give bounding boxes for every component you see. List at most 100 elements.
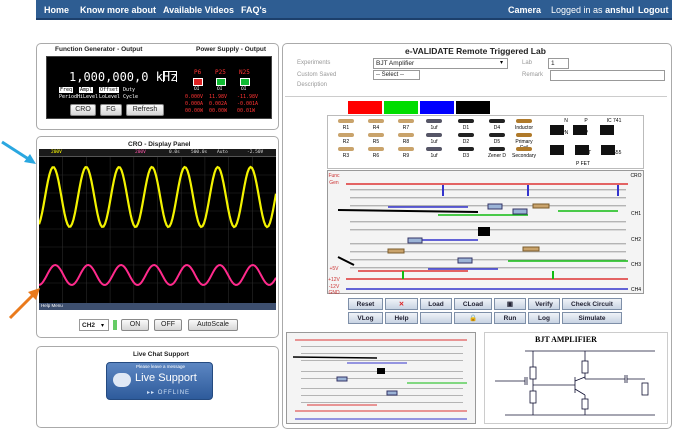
toolbar-button-1-5[interactable]: Log (528, 312, 560, 324)
palette-2-6[interactable]: Secondary (511, 153, 537, 159)
toolbar-button-0-5[interactable]: Verify (528, 298, 560, 310)
toolbar-button-0-4[interactable]: ▣ (494, 298, 526, 310)
palette-0-4[interactable]: D1 (453, 125, 479, 131)
toolbar-button-0-3[interactable]: CLoad (454, 298, 492, 310)
chip-icon[interactable] (600, 125, 614, 135)
palette-0-5[interactable]: D4 (484, 125, 510, 131)
nav-camera[interactable]: Camera (508, 5, 541, 15)
nav-logout[interactable]: Logout (638, 5, 669, 15)
chip-icon[interactable] (550, 125, 564, 135)
wire-color-blue[interactable] (420, 101, 454, 114)
board-terminal-left-1[interactable]: Gen (327, 180, 341, 186)
chip-icon[interactable] (573, 125, 587, 135)
chip-icon[interactable] (550, 145, 564, 155)
ps-ch1-toggle[interactable] (193, 78, 203, 86)
logged-in-label: Logged in as anshul (551, 5, 635, 15)
wire-color-black[interactable] (456, 101, 490, 114)
palette-0-6[interactable]: Inductor (511, 125, 537, 131)
cro-plot (39, 157, 276, 303)
fg-mode-freq[interactable]: Freq (59, 87, 74, 93)
breadboard[interactable] (327, 170, 644, 294)
wire-color-red[interactable] (348, 101, 382, 114)
palette-0-0[interactable]: R1 (333, 125, 359, 131)
palette-2-0[interactable]: R3 (333, 153, 359, 159)
palette-0-2[interactable]: R7 (393, 125, 419, 131)
resistor-icon (398, 147, 414, 151)
live-support-banner[interactable]: Please leave a message Live Support ▸▸ O… (106, 362, 213, 400)
toolbar-button-0-0[interactable]: Reset (348, 298, 383, 310)
board-terminal-left-2[interactable]: +5V (327, 266, 341, 272)
toolbar-button-1-0[interactable]: VLog (348, 312, 383, 324)
ps-ch1-v: 0.000V (185, 94, 204, 100)
board-terminal-left-5[interactable]: GND (327, 290, 341, 296)
saved-select[interactable]: -- Select -- (373, 70, 420, 80)
nav-know-more[interactable]: Know more about (80, 5, 156, 15)
cro-title: CRO - Display Panel (128, 141, 191, 148)
ps-ch2-v: 11.98V (209, 94, 228, 100)
board-terminal-right-1[interactable]: CH1 (629, 211, 643, 217)
palette-2-4[interactable]: D3 (453, 153, 479, 159)
ic-label-6[interactable]: P FET (572, 161, 594, 167)
toolbar-button-0-6[interactable]: Check Circuit (562, 298, 622, 310)
cro-off-button[interactable]: OFF (154, 319, 182, 331)
palette-1-5[interactable]: D5 (484, 139, 510, 145)
resistor-icon (368, 147, 384, 151)
fg-mode-ampl[interactable]: Ampl (79, 87, 94, 93)
chat-title: Live Chat Support (133, 351, 189, 358)
wire-color-green[interactable] (384, 101, 418, 114)
palette-1-3[interactable]: 1uf (421, 139, 447, 145)
toolbar-button-1-3[interactable]: 🔒 (454, 312, 492, 324)
board-terminal-right-4[interactable]: CH4 (629, 287, 643, 293)
cro-autoscale-button[interactable]: AutoScale (188, 319, 238, 331)
nav-faq[interactable]: FAQ's (241, 5, 267, 15)
palette-2-5[interactable]: Zener D (484, 153, 510, 159)
palette-0-3[interactable]: 1uf (421, 125, 447, 131)
board-terminal-right-3[interactable]: CH3 (629, 262, 643, 268)
palette-2-3[interactable]: 1uf (421, 153, 447, 159)
channel-indicator (113, 320, 117, 330)
remark-input[interactable] (550, 70, 665, 81)
nav-videos[interactable]: Available Videos (163, 5, 234, 15)
fg-mode-offset[interactable]: Offset (99, 87, 120, 93)
cro-channel-select[interactable]: CH2 (79, 319, 109, 331)
palette-1-0[interactable]: R2 (333, 139, 359, 145)
ps-ch3-toggle[interactable] (240, 78, 250, 86)
palette-1-2[interactable]: R8 (393, 139, 419, 145)
palette-2-1[interactable]: R6 (363, 153, 389, 159)
palette-1-1[interactable]: R5 (363, 139, 389, 145)
fg-button[interactable]: FG (100, 104, 122, 116)
ic-label-0[interactable]: N (555, 118, 577, 124)
chip-icon[interactable] (575, 145, 589, 155)
ps-ch3-name: N25 (239, 69, 250, 76)
cro-on-button[interactable]: ON (121, 319, 149, 331)
board-terminal-left-0[interactable]: Func (327, 173, 341, 179)
ps-ch2-toggle[interactable] (216, 78, 226, 86)
toolbar-button-0-1[interactable]: ✕ (385, 298, 418, 310)
top-nav-bar: Home Know more about Available Videos FA… (36, 0, 672, 20)
board-terminal-left-3[interactable]: +12V (327, 277, 341, 283)
ic-label-2[interactable]: P (575, 118, 597, 124)
refresh-button[interactable]: Refresh (126, 104, 164, 116)
cro-button[interactable]: CRO (70, 104, 96, 116)
palette-1-4[interactable]: D2 (453, 139, 479, 145)
toolbar-button-0-2[interactable]: Load (420, 298, 452, 310)
toolbar-button-1-2[interactable] (420, 312, 452, 324)
username: anshul (605, 5, 635, 15)
toolbar-button-1-6[interactable]: Simulate (562, 312, 622, 324)
ic-label-4[interactable]: IC 741 (603, 118, 625, 124)
fg-mode-duty[interactable]: Duty (123, 87, 135, 93)
board-terminal-right-0[interactable]: CRO (629, 173, 643, 179)
toolbar-button-1-4[interactable]: Run (494, 312, 526, 324)
board-terminal-right-2[interactable]: CH2 (629, 237, 643, 243)
ps-ch1-w: 00.00W (185, 108, 204, 114)
nav-home[interactable]: Home (44, 5, 69, 15)
cro-help-menu[interactable]: Help Menu (39, 303, 276, 310)
arrow-blue-icon (1, 140, 36, 164)
lab-number-input[interactable]: 1 (548, 58, 569, 69)
palette-0-1[interactable]: R4 (363, 125, 389, 131)
chip-icon[interactable] (601, 145, 615, 155)
diode-icon (489, 119, 505, 123)
toolbar-button-1-1[interactable]: Help (385, 312, 418, 324)
palette-2-2[interactable]: R9 (393, 153, 419, 159)
experiment-select[interactable]: BJT Amplifier (373, 58, 508, 69)
